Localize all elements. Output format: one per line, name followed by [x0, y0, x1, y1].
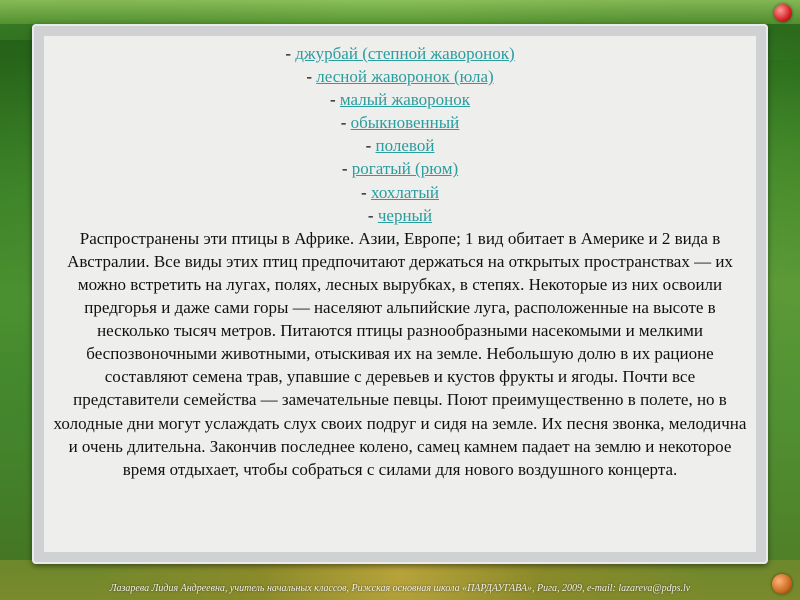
link-chernyy[interactable]: черный — [378, 206, 432, 225]
link-khokhlatyy[interactable]: хохлатый — [371, 183, 439, 202]
list-item: - черный — [367, 205, 433, 225]
content-panel: - джурбай (степной жаворонок) - лесной ж… — [44, 36, 756, 552]
description-paragraph: Распространены эти птицы в Африке. Азии,… — [53, 228, 747, 479]
list-item: - обыкновенный — [340, 113, 460, 133]
link-lesnoy-zhavoronok[interactable]: лесной жаворонок (юла) — [316, 67, 493, 86]
red-ball-icon[interactable] — [774, 4, 792, 22]
link-obyknovennyy[interactable]: обыкновенный — [351, 113, 460, 132]
link-malyy-zhavoronok[interactable]: малый жаворонок — [340, 90, 470, 109]
list-item: - полевой — [365, 136, 435, 156]
list-item: - малый жаворонок — [329, 90, 471, 110]
list-item: - рогатый (рюм) — [341, 159, 459, 179]
list-item: - хохлатый — [361, 182, 439, 202]
list-item: - лесной жаворонок (юла) — [306, 67, 494, 87]
top-decorative-bar — [0, 0, 800, 24]
link-rogatyy[interactable]: рогатый (рюм) — [352, 159, 458, 178]
link-polevoy[interactable]: полевой — [376, 136, 435, 155]
footer-credits: Лазарева Лидия Андреевна, учитель началь… — [109, 583, 691, 594]
orange-ball-icon[interactable] — [772, 574, 792, 594]
link-dzhurbai[interactable]: джурбай (степной жаворонок) — [295, 44, 514, 63]
slide-content: - джурбай (степной жаворонок) - лесной ж… — [44, 42, 756, 481]
list-item: - джурбай (степной жаворонок) — [285, 44, 515, 63]
